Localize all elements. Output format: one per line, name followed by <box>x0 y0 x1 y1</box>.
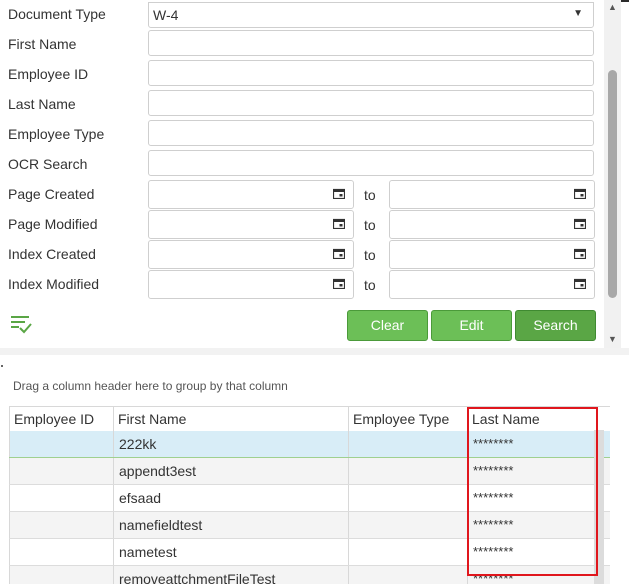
first-name-row: First Name <box>0 30 600 60</box>
employee-type-cell <box>348 512 467 538</box>
last-name-cell: ******** <box>467 539 610 565</box>
table-row[interactable]: namefieldtest ******** <box>9 512 610 539</box>
table-row[interactable]: appendt3est ******** <box>9 458 610 485</box>
calendar-icon[interactable] <box>333 278 345 289</box>
table-row[interactable]: 222kk ******** <box>9 431 610 458</box>
document-type-select[interactable]: W-4 ▼ <box>148 2 594 28</box>
employee-type-label: Employee Type <box>8 126 105 142</box>
page-modified-row: Page Modified to <box>0 210 600 240</box>
index-created-to-input[interactable] <box>389 240 595 269</box>
index-modified-to-input[interactable] <box>389 270 595 299</box>
page-created-to-input[interactable] <box>389 180 595 209</box>
first-name-cell: appendt3est <box>113 458 348 484</box>
column-header-employee-id[interactable]: Employee ID <box>9 407 113 431</box>
chevron-down-icon: ▼ <box>573 8 583 19</box>
index-created-row: Index Created to <box>0 240 600 270</box>
scrollbar-thumb[interactable] <box>608 70 617 298</box>
page-created-label: Page Created <box>8 186 95 202</box>
last-name-cell: ******** <box>467 485 610 511</box>
index-modified-to-label: to <box>364 277 376 293</box>
panel-separator <box>0 348 629 355</box>
group-by-hint[interactable]: Drag a column header here to group by th… <box>13 379 288 393</box>
page-modified-to-label: to <box>364 217 376 233</box>
index-modified-label: Index Modified <box>8 276 100 292</box>
calendar-icon[interactable] <box>574 218 586 229</box>
page-created-from-input[interactable] <box>148 180 354 209</box>
splitter-dot <box>1 365 3 367</box>
clear-button[interactable]: Clear <box>347 310 428 341</box>
employee-id-cell <box>9 431 113 457</box>
calendar-icon[interactable] <box>574 248 586 259</box>
search-form: Document Type W-4 ▼ First Name Employee … <box>0 0 604 348</box>
document-type-row: Document Type W-4 ▼ <box>0 2 600 32</box>
document-type-label: Document Type <box>8 6 106 22</box>
last-name-label: Last Name <box>8 96 76 112</box>
column-header-last-name[interactable]: Last Name <box>467 407 610 431</box>
first-name-input[interactable] <box>148 30 594 56</box>
index-created-label: Index Created <box>8 246 96 262</box>
table-row[interactable]: removeattchmentFileTest ******** <box>9 566 610 584</box>
employee-id-row: Employee ID <box>0 60 600 90</box>
ocr-search-label: OCR Search <box>8 156 88 172</box>
employee-id-label: Employee ID <box>8 66 89 82</box>
employee-type-cell <box>348 485 467 511</box>
scroll-up-arrow-icon[interactable]: ▲ <box>608 2 617 12</box>
calendar-icon[interactable] <box>333 188 345 199</box>
employee-type-cell <box>348 458 467 484</box>
page-modified-to-input[interactable] <box>389 210 595 239</box>
index-modified-row: Index Modified to <box>0 270 600 300</box>
page-modified-from-input[interactable] <box>148 210 354 239</box>
first-name-cell: nametest <box>113 539 348 565</box>
page-created-row: Page Created to <box>0 180 600 210</box>
calendar-icon[interactable] <box>333 218 345 229</box>
grid-scrollbar[interactable] <box>594 430 604 584</box>
employee-type-row: Employee Type <box>0 120 600 150</box>
last-name-row: Last Name <box>0 90 600 120</box>
page-created-to-label: to <box>364 187 376 203</box>
last-name-cell: ******** <box>467 431 610 457</box>
first-name-cell: removeattchmentFileTest <box>113 566 348 584</box>
employee-type-cell <box>348 566 467 584</box>
employee-id-cell <box>9 512 113 538</box>
search-button[interactable]: Search <box>515 310 596 341</box>
scroll-down-arrow-icon[interactable]: ▼ <box>608 334 617 344</box>
table-row[interactable]: efsaad ******** <box>9 485 610 512</box>
index-modified-from-input[interactable] <box>148 270 354 299</box>
table-row[interactable]: nametest ******** <box>9 539 610 566</box>
results-grid: Employee ID First Name Employee Type Las… <box>9 406 610 584</box>
employee-id-cell <box>9 458 113 484</box>
form-scrollbar[interactable]: ▲ ▼ <box>604 0 621 348</box>
employee-id-cell <box>9 485 113 511</box>
index-created-from-input[interactable] <box>148 240 354 269</box>
checklist-icon[interactable] <box>10 314 32 334</box>
first-name-cell: namefieldtest <box>113 512 348 538</box>
ocr-search-row: OCR Search <box>0 150 600 180</box>
page-modified-label: Page Modified <box>8 216 98 232</box>
last-name-cell: ******** <box>467 458 610 484</box>
column-header-employee-type[interactable]: Employee Type <box>348 407 467 431</box>
employee-id-cell <box>9 539 113 565</box>
index-created-to-label: to <box>364 247 376 263</box>
first-name-cell: 222kk <box>113 431 348 457</box>
employee-type-input[interactable] <box>148 120 594 146</box>
document-type-value: W-4 <box>153 7 179 23</box>
edit-button[interactable]: Edit <box>431 310 512 341</box>
employee-id-cell <box>9 566 113 584</box>
employee-type-cell <box>348 539 467 565</box>
calendar-icon[interactable] <box>574 188 586 199</box>
employee-id-input[interactable] <box>148 60 594 86</box>
ocr-search-input[interactable] <box>148 150 594 176</box>
calendar-icon[interactable] <box>574 278 586 289</box>
last-name-cell: ******** <box>467 512 610 538</box>
first-name-label: First Name <box>8 36 77 52</box>
calendar-icon[interactable] <box>333 248 345 259</box>
employee-type-cell <box>348 431 467 457</box>
column-header-first-name[interactable]: First Name <box>113 407 348 431</box>
last-name-cell: ******** <box>467 566 610 584</box>
grid-header: Employee ID First Name Employee Type Las… <box>9 406 610 432</box>
last-name-input[interactable] <box>148 90 594 116</box>
first-name-cell: efsaad <box>113 485 348 511</box>
